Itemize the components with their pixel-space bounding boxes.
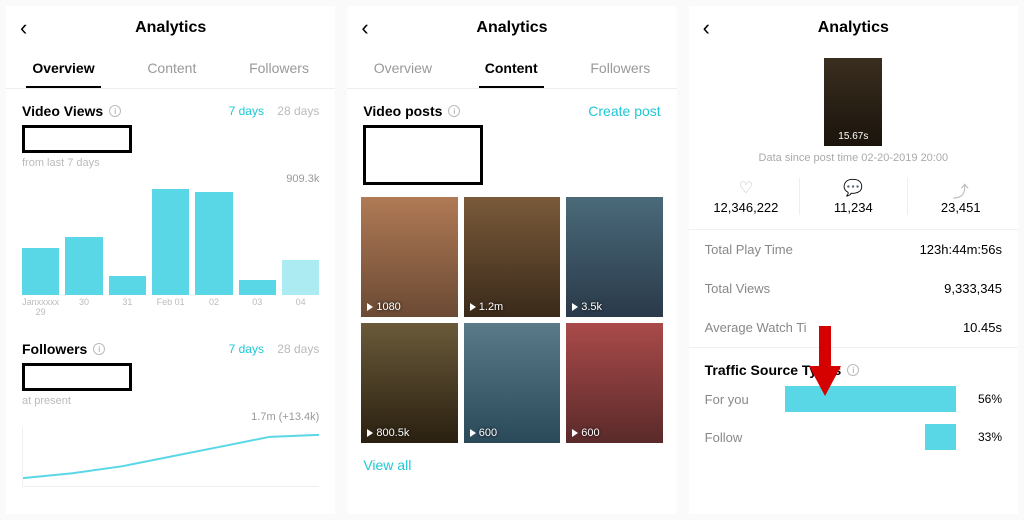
- play-icon: [572, 429, 578, 437]
- tab-overview[interactable]: Overview: [368, 50, 438, 88]
- screen-title: Analytics: [818, 19, 889, 37]
- video-thumb[interactable]: 1080: [361, 197, 457, 317]
- row-avg-watch-time: Average Watch Ti10.45s: [689, 308, 1018, 347]
- play-icon: [367, 429, 373, 437]
- play-icon: [572, 303, 578, 311]
- video-posts-label: Video posts: [363, 103, 442, 119]
- data-since-label: Data since post time 02-20-2019 20:00: [689, 152, 1018, 164]
- video-views-label: Video Views: [22, 103, 103, 119]
- back-icon[interactable]: ‹: [361, 17, 368, 39]
- video-views-peak: 909.3k: [6, 173, 335, 185]
- video-thumb[interactable]: 1.2m: [464, 197, 560, 317]
- tab-content[interactable]: Content: [141, 50, 202, 88]
- x-axis: Janxxxxx 293031Feb 01020304: [6, 295, 335, 327]
- video-thumb[interactable]: 3.5k: [566, 197, 662, 317]
- redacted-value: [22, 125, 132, 153]
- followers-peak: 1.7m (+13.4k): [6, 411, 335, 423]
- back-icon[interactable]: ‹: [703, 17, 710, 39]
- tab-followers[interactable]: Followers: [243, 50, 315, 88]
- analytics-detail-screen: ‹ Analytics 15.67s Data since post time …: [689, 6, 1018, 514]
- stat-likes: ♡12,346,222: [693, 178, 799, 215]
- bar: [239, 280, 276, 295]
- video-views-section: Video Views i 7 days 28 days from last 7…: [6, 89, 335, 173]
- video-duration: 15.67s: [838, 131, 868, 146]
- tab-overview[interactable]: Overview: [26, 50, 100, 88]
- video-thumb[interactable]: 800.5k: [361, 323, 457, 443]
- view-all-link[interactable]: View all: [347, 447, 676, 483]
- screen-title: Analytics: [135, 19, 206, 37]
- video-thumb[interactable]: 600: [464, 323, 560, 443]
- heart-icon: ♡: [693, 178, 799, 198]
- stats-row: ♡12,346,222 💬11,234 ⤴23,451: [689, 170, 1018, 229]
- bar: [152, 189, 189, 295]
- info-icon[interactable]: i: [448, 105, 460, 117]
- back-icon[interactable]: ‹: [20, 17, 27, 39]
- video-thumb[interactable]: 600: [566, 323, 662, 443]
- tab-followers[interactable]: Followers: [584, 50, 656, 88]
- video-views-chart: [6, 185, 335, 295]
- share-icon: ⤴: [908, 178, 1014, 198]
- create-post-link[interactable]: Create post: [588, 103, 660, 119]
- row-total-play-time: Total Play Time123h:44m:56s: [689, 230, 1018, 269]
- info-icon[interactable]: i: [847, 364, 859, 376]
- range-7days[interactable]: 7 days: [229, 342, 264, 356]
- tabs: Overview Content Followers: [6, 50, 335, 89]
- traffic-row-foryou: For you 56%: [689, 380, 1018, 418]
- info-icon[interactable]: i: [109, 105, 121, 117]
- play-icon: [470, 303, 476, 311]
- analytics-content-screen: ‹ Analytics Overview Content Followers V…: [347, 6, 676, 514]
- hero-thumbnail[interactable]: 15.67s: [824, 58, 882, 146]
- stat-shares: ⤴23,451: [907, 178, 1014, 215]
- bar: [109, 276, 146, 295]
- traffic-row-follow: Follow 33%: [689, 418, 1018, 456]
- redacted-value: [22, 363, 132, 391]
- video-views-subtext: from last 7 days: [22, 157, 319, 169]
- traffic-source-label: Traffic Source Types: [705, 362, 842, 378]
- bar: [22, 248, 59, 295]
- followers-subtext: at present: [22, 395, 319, 407]
- range-toggle: 7 days 28 days: [219, 104, 320, 118]
- analytics-overview-screen: ‹ Analytics Overview Content Followers V…: [6, 6, 335, 514]
- info-icon[interactable]: i: [93, 343, 105, 355]
- range-7days[interactable]: 7 days: [229, 104, 264, 118]
- range-28days[interactable]: 28 days: [277, 342, 319, 356]
- redacted-value: [363, 125, 483, 185]
- bar: [282, 260, 319, 295]
- bar: [65, 237, 102, 295]
- screen-title: Analytics: [476, 19, 547, 37]
- stat-comments: 💬11,234: [799, 178, 906, 215]
- range-28days[interactable]: 28 days: [277, 104, 319, 118]
- video-grid: 1080 1.2m 3.5k 800.5k 600 600: [347, 189, 676, 447]
- tab-content[interactable]: Content: [479, 50, 544, 88]
- row-total-views: Total Views9,333,345: [689, 269, 1018, 308]
- comment-icon: 💬: [800, 178, 906, 198]
- bar: [195, 192, 232, 295]
- header: ‹ Analytics: [6, 6, 335, 50]
- followers-section: Followers i 7 days 28 days at present: [6, 327, 335, 411]
- play-icon: [367, 303, 373, 311]
- followers-chart: [22, 427, 319, 487]
- followers-label: Followers: [22, 341, 87, 357]
- hero: 15.67s Data since post time 02-20-2019 2…: [689, 50, 1018, 170]
- play-icon: [470, 429, 476, 437]
